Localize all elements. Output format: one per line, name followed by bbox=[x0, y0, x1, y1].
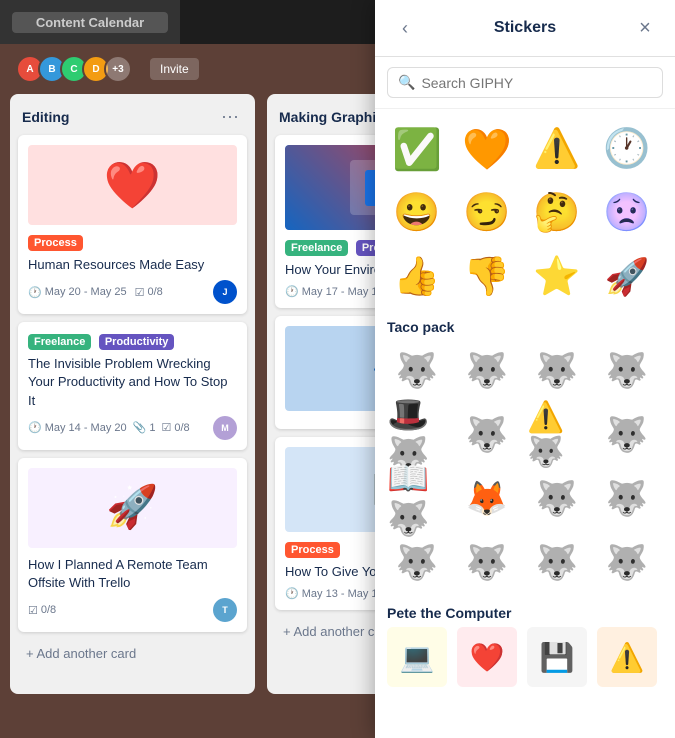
list-editing-menu-button[interactable]: ··· bbox=[217, 106, 243, 127]
stickers-search-input[interactable] bbox=[421, 75, 652, 91]
sticker-clock[interactable]: 🕐 bbox=[597, 119, 657, 179]
taco-sticker-16[interactable]: 🐺 bbox=[597, 533, 657, 593]
card-date: 🕐 May 14 - May 20 bbox=[28, 421, 127, 434]
pete-sticker-3[interactable]: 💾 bbox=[527, 627, 587, 687]
list-editing-header: Editing ··· bbox=[18, 102, 247, 135]
taco-sticker-11[interactable]: 🐺 bbox=[527, 469, 587, 529]
taco-sticker-15[interactable]: 🐺 bbox=[527, 533, 587, 593]
card-tags: Freelance Productivity bbox=[28, 332, 237, 355]
taco-sticker-8[interactable]: 🐺 bbox=[597, 405, 657, 465]
card-footer: 🕐 May 14 - May 20 📎 1 ☑ 0/8 M bbox=[28, 416, 237, 440]
search-input-wrap: 🔍 bbox=[387, 67, 663, 98]
card-title: The Invisible Problem Wrecking Your Prod… bbox=[28, 355, 237, 410]
pete-sticker-1[interactable]: 💻 bbox=[387, 627, 447, 687]
taco-sticker-6[interactable]: 🐺 bbox=[457, 405, 517, 465]
sticker-smile[interactable]: 😀 bbox=[387, 183, 447, 243]
sticker-warning[interactable]: ⚠️ bbox=[527, 119, 587, 179]
sticker-thumbsdown[interactable]: 👎 bbox=[457, 247, 517, 307]
stickers-panel: ‹ Stickers × 🔍 ✅ 🧡 ⚠️ 🕐 😀 😏 🤔 😟 👍 👎 ⭐ 🚀 … bbox=[375, 0, 675, 738]
taco-sticker-1[interactable]: 🐺 bbox=[387, 341, 447, 401]
card-date: 🕐 May 17 - May 18 bbox=[285, 285, 384, 298]
card-title: How I Planned A Remote Team Offsite With… bbox=[28, 556, 237, 592]
taco-pack-title: Taco pack bbox=[387, 319, 663, 335]
tag-process: Process bbox=[28, 235, 83, 251]
sticker-rocket[interactable]: 🚀 bbox=[597, 247, 657, 307]
taco-pack-grid: 🐺 🐺 🐺 🐺 🎩🐺 🐺 ⚠️🐺 🐺 📖🐺 🦊 🐺 🐺 🐺 🐺 🐺 🐺 bbox=[387, 341, 663, 593]
sticker-thumbsup[interactable]: 👍 bbox=[387, 247, 447, 307]
sticker-star[interactable]: ⭐ bbox=[527, 247, 587, 307]
member-count: +3 bbox=[104, 55, 132, 83]
tag-process: Process bbox=[285, 542, 340, 558]
sticker-heart[interactable]: 🧡 bbox=[457, 119, 517, 179]
card-footer: 🕐 May 20 - May 25 ☑ 0/8 J bbox=[28, 280, 237, 304]
stickers-body: ✅ 🧡 ⚠️ 🕐 😀 😏 🤔 😟 👍 👎 ⭐ 🚀 Taco pack 🐺 🐺 🐺… bbox=[375, 109, 675, 738]
card-remote-offsite[interactable]: 🚀 How I Planned A Remote Team Offsite Wi… bbox=[18, 458, 247, 632]
list-editing: Editing ··· ❤️ Process Human Resources M… bbox=[10, 94, 255, 694]
stickers-search-area: 🔍 bbox=[375, 57, 675, 109]
card-assignee-avatar: T bbox=[213, 598, 237, 622]
card-rocket-image: 🚀 bbox=[28, 468, 237, 548]
stickers-close-button[interactable]: × bbox=[631, 14, 659, 42]
pete-sticker-4[interactable]: ⚠️ bbox=[597, 627, 657, 687]
stickers-back-button[interactable]: ‹ bbox=[391, 14, 419, 42]
card-human-resources[interactable]: ❤️ Process Human Resources Made Easy 🕐 M… bbox=[18, 135, 247, 314]
card-attachment: 📎 1 bbox=[133, 421, 156, 434]
tag-productivity: Productivity bbox=[99, 334, 175, 350]
card-checklist: ☑ 0/8 bbox=[135, 286, 163, 299]
stickers-panel-header: ‹ Stickers × bbox=[375, 0, 675, 57]
sticker-thinking[interactable]: 🤔 bbox=[527, 183, 587, 243]
board-members: A B C D +3 bbox=[16, 55, 132, 83]
taco-sticker-5[interactable]: 🎩🐺 bbox=[387, 405, 447, 465]
card-heart-image: ❤️ bbox=[28, 145, 237, 225]
card-tags: Process bbox=[28, 233, 237, 256]
taco-sticker-7[interactable]: ⚠️🐺 bbox=[527, 405, 587, 465]
taco-sticker-12[interactable]: 🐺 bbox=[597, 469, 657, 529]
basic-stickers-grid: ✅ 🧡 ⚠️ 🕐 😀 😏 🤔 😟 👍 👎 ⭐ 🚀 bbox=[387, 119, 663, 307]
sticker-squint[interactable]: 😏 bbox=[457, 183, 517, 243]
pete-computer-title: Pete the Computer bbox=[387, 605, 663, 621]
taco-sticker-2[interactable]: 🐺 bbox=[457, 341, 517, 401]
taco-sticker-13[interactable]: 🐺 bbox=[387, 533, 447, 593]
card-title: Human Resources Made Easy bbox=[28, 256, 237, 274]
card-assignee-avatar: M bbox=[213, 416, 237, 440]
stickers-panel-title: Stickers bbox=[419, 19, 631, 37]
add-card-editing-button[interactable]: + Add another card bbox=[18, 640, 247, 667]
pete-grid: 💻 ❤️ 💾 ⚠️ bbox=[387, 627, 663, 687]
taco-sticker-14[interactable]: 🐺 bbox=[457, 533, 517, 593]
taco-sticker-3[interactable]: 🐺 bbox=[527, 341, 587, 401]
card-invisible-problem[interactable]: Freelance Productivity The Invisible Pro… bbox=[18, 322, 247, 450]
card-checklist: ☑ 0/8 bbox=[161, 421, 189, 434]
card-date: 🕐 May 13 - May 15 bbox=[285, 587, 384, 600]
pete-sticker-2[interactable]: ❤️ bbox=[457, 627, 517, 687]
card-footer: ☑ 0/8 T bbox=[28, 598, 237, 622]
tag-freelance: Freelance bbox=[28, 334, 91, 350]
sticker-check[interactable]: ✅ bbox=[387, 119, 447, 179]
list-editing-title: Editing bbox=[22, 109, 69, 125]
taco-sticker-9[interactable]: 📖🐺 bbox=[387, 469, 447, 529]
tag-freelance: Freelance bbox=[285, 240, 348, 256]
board-name: Content Calendar bbox=[12, 12, 168, 33]
taco-sticker-10[interactable]: 🦊 bbox=[457, 469, 517, 529]
card-date: 🕐 May 20 - May 25 bbox=[28, 286, 127, 299]
card-assignee-avatar: J bbox=[213, 280, 237, 304]
board-title-area: Content Calendar bbox=[0, 0, 180, 44]
card-checklist: ☑ 0/8 bbox=[28, 604, 56, 617]
sticker-sad[interactable]: 😟 bbox=[597, 183, 657, 243]
search-icon: 🔍 bbox=[398, 74, 415, 91]
invite-button[interactable]: Invite bbox=[150, 58, 199, 80]
taco-sticker-4[interactable]: 🐺 bbox=[597, 341, 657, 401]
